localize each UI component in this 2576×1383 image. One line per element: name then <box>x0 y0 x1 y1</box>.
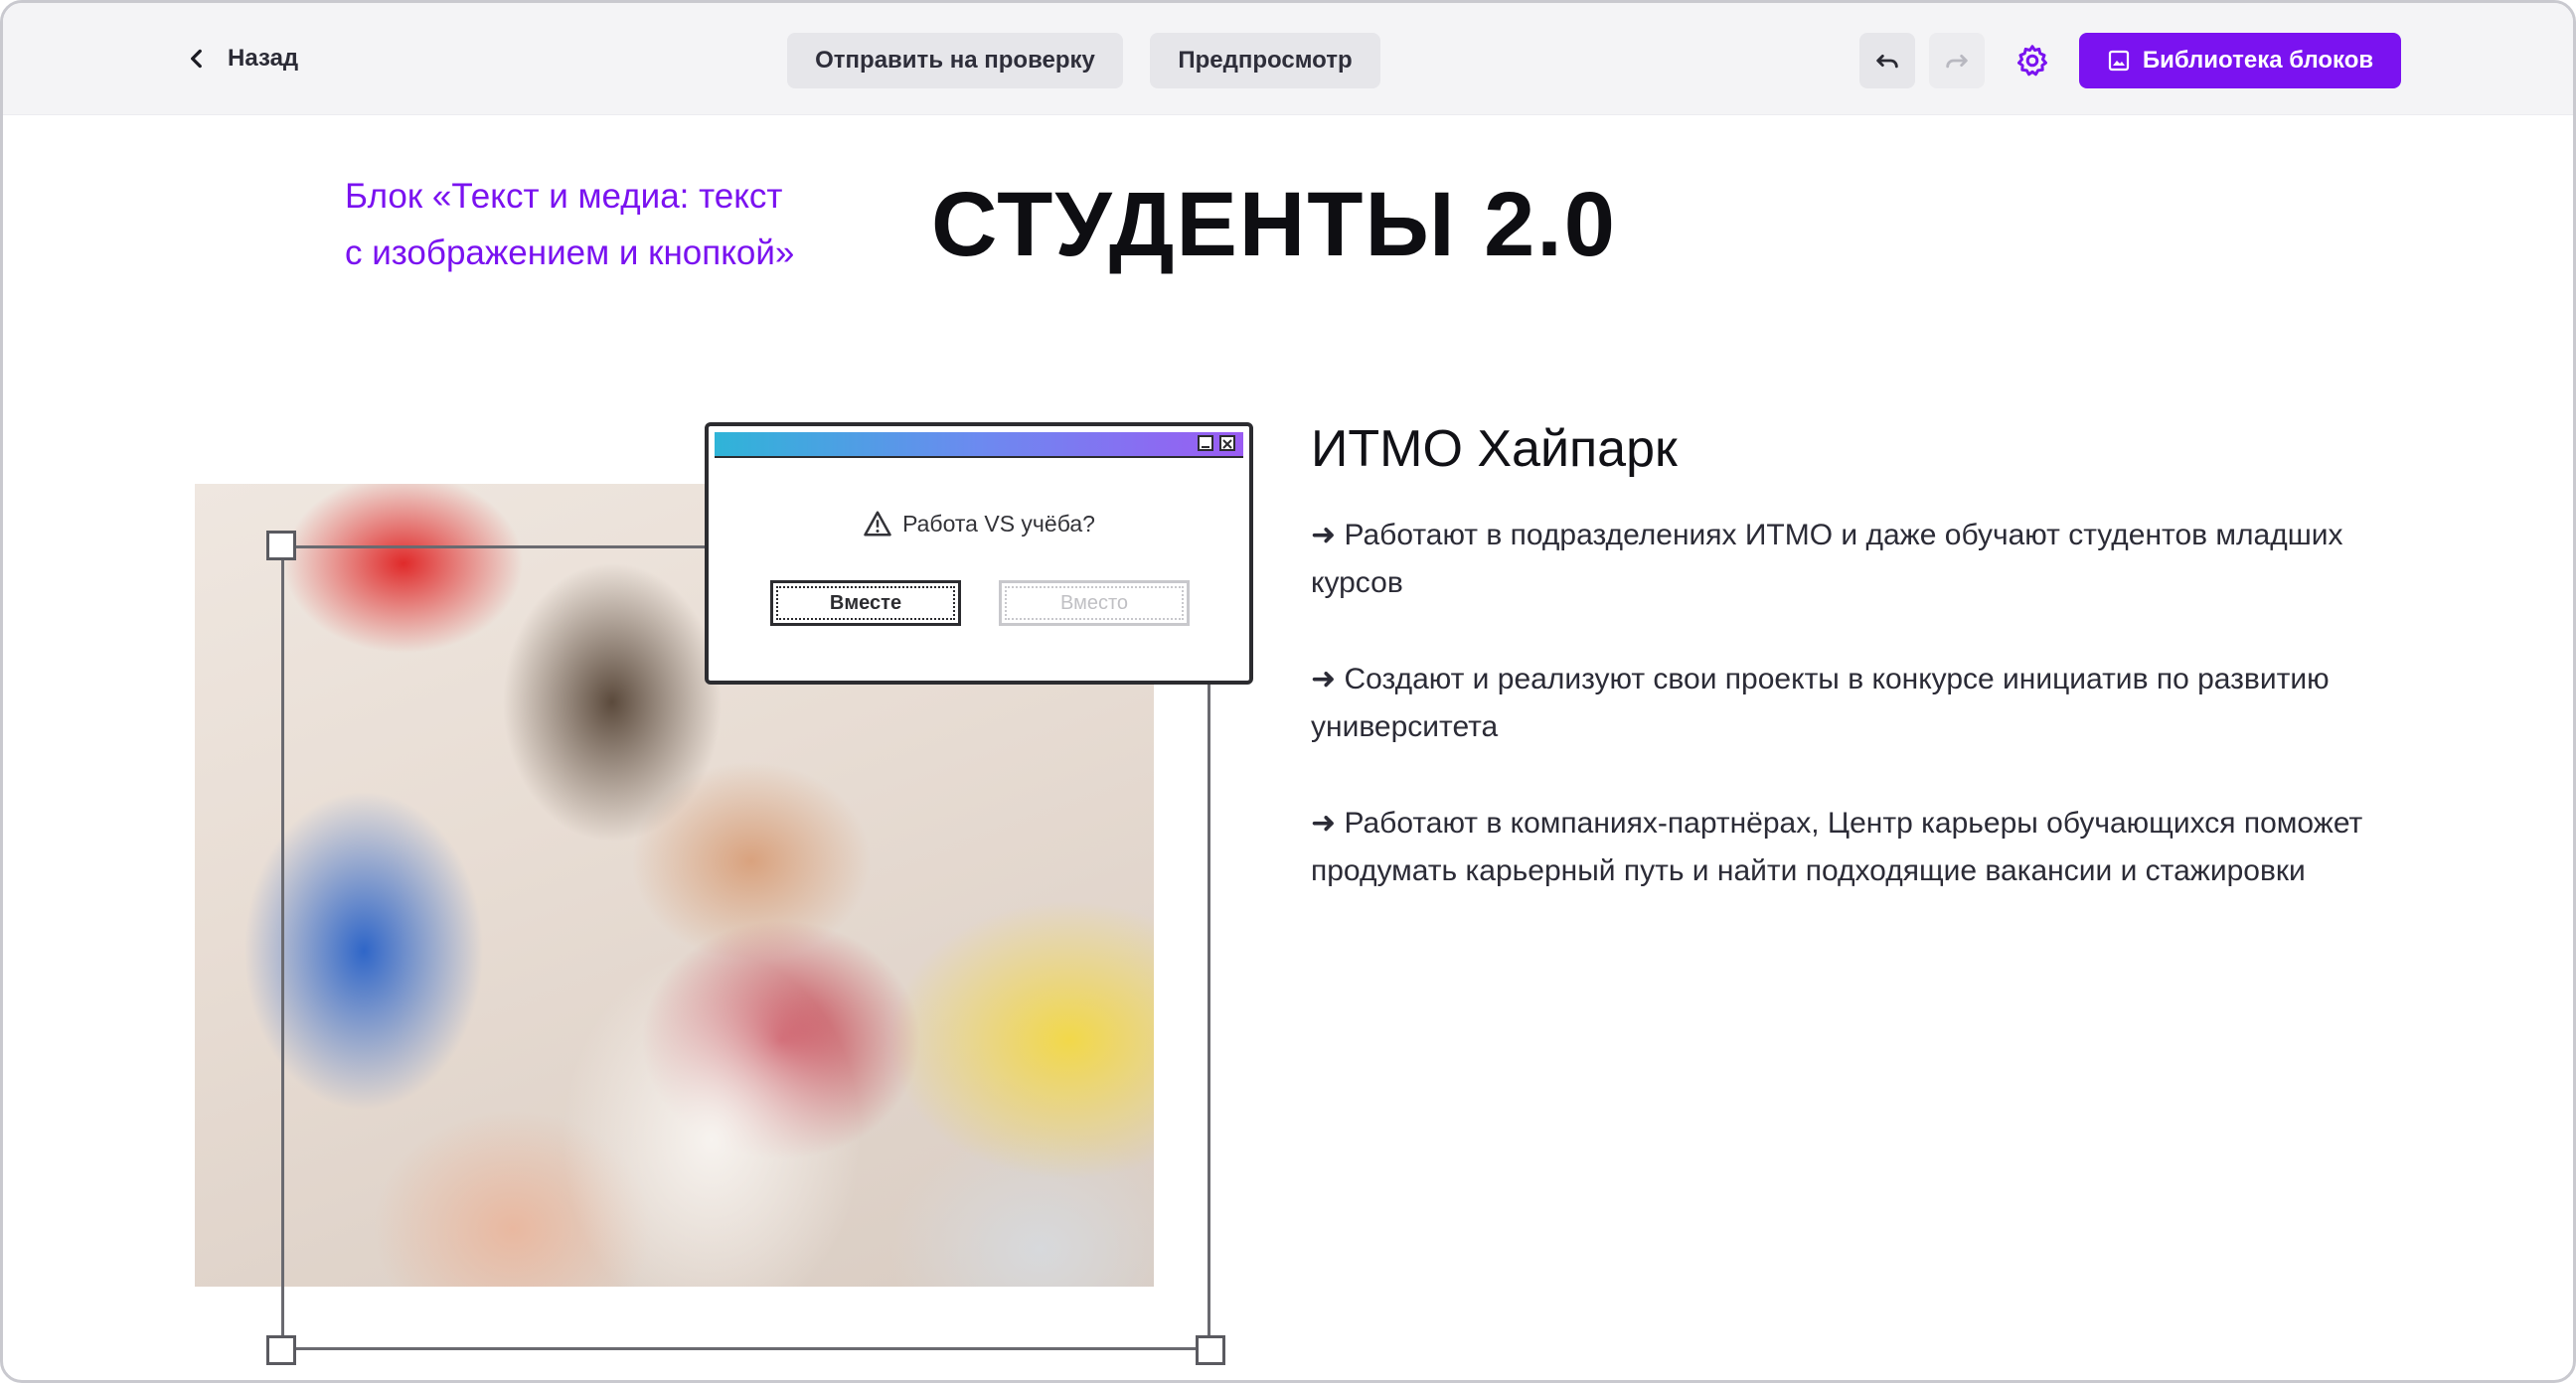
back-label: Назад <box>228 45 299 72</box>
together-button: Вместе <box>770 580 961 626</box>
block-library-label: Библиотека блоков <box>2142 47 2374 74</box>
block-library-button[interactable]: Библиотека блоков <box>2079 33 2401 88</box>
block-type-label-line2: с изображением и кнопкой» <box>345 233 795 272</box>
gear-icon <box>2017 45 2047 77</box>
settings-button[interactable] <box>2009 37 2056 84</box>
list-item[interactable]: ➜ Создают и реализуют свои проекты в кон… <box>1311 656 2394 751</box>
preview-button[interactable]: Предпросмотр <box>1150 33 1380 88</box>
warning-icon <box>864 511 891 537</box>
list-item[interactable]: ➜ Работают в компаниях-партнёрах, Центр … <box>1311 800 2394 895</box>
image-icon <box>2108 50 2129 72</box>
block-type-label-line1: Блок «Текст и медиа: текст <box>345 177 783 216</box>
dialog-message-text: Работа VS учёба? <box>902 510 1095 537</box>
resize-handle-bottom-left[interactable] <box>266 1335 296 1365</box>
undo-icon <box>1876 54 1898 69</box>
instead-button: Вместо <box>999 580 1190 626</box>
resize-handle-top-left[interactable] <box>266 531 296 560</box>
bullet-list: ➜ Работают в подразделениях ИТМО и даже … <box>1311 512 2394 944</box>
dialog-titlebar <box>715 432 1243 458</box>
page-title[interactable]: СТУДЕНТЫ 2.0 <box>931 170 1617 279</box>
redo-icon <box>1946 54 1968 69</box>
send-for-review-button[interactable]: Отправить на проверку <box>787 33 1123 88</box>
block-type-label: Блок «Текст и медиа: текст с изображение… <box>345 168 901 281</box>
chevron-left-icon <box>191 49 202 69</box>
dialog-message: Работа VS учёба? <box>709 510 1249 538</box>
list-item[interactable]: ➜ Работают в подразделениях ИТМО и даже … <box>1311 512 2394 607</box>
back-button[interactable]: Назад <box>184 33 298 84</box>
resize-handle-bottom-right[interactable] <box>1196 1335 1225 1365</box>
redo-button[interactable] <box>1929 33 1985 88</box>
top-toolbar: Назад Отправить на проверку Предпросмотр… <box>3 3 2573 115</box>
minimize-icon <box>1198 435 1213 451</box>
close-icon <box>1219 435 1235 451</box>
section-title[interactable]: ИТМО Хайпарк <box>1311 414 1678 484</box>
undo-button[interactable] <box>1859 33 1915 88</box>
retro-dialog: Работа VS учёба? Вместе Вместо <box>705 422 1253 685</box>
editor-window: Назад Отправить на проверку Предпросмотр… <box>0 0 2576 1383</box>
